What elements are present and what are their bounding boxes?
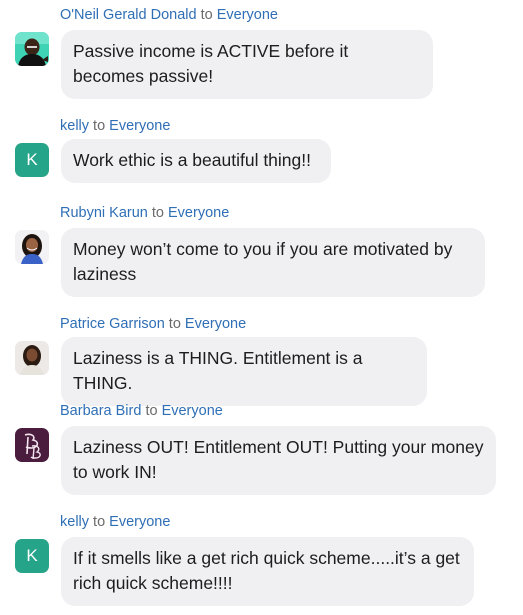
recipient-name[interactable]: Everyone	[168, 205, 229, 221]
message-bubble: Laziness is a THING. Entitlement is a TH…	[61, 337, 427, 406]
recipient-name[interactable]: Everyone	[109, 514, 170, 530]
photo-woman-icon	[15, 230, 49, 264]
message-header: O'Neil Gerald Donald to Everyone	[60, 6, 278, 24]
to-label: to	[145, 403, 158, 419]
recipient-name[interactable]: Everyone	[185, 316, 246, 332]
to-label: to	[93, 118, 106, 134]
message-bubble: Money won’t come to you if you are motiv…	[61, 228, 485, 297]
monogram-logo-icon	[15, 428, 49, 462]
sender-name[interactable]: O'Neil Gerald Donald	[60, 7, 197, 23]
sender-name[interactable]: kelly	[60, 118, 89, 134]
sender-name[interactable]: Barbara Bird	[60, 403, 141, 419]
to-label: to	[151, 205, 164, 221]
recipient-name[interactable]: Everyone	[162, 403, 223, 419]
photo-woman-icon	[15, 341, 49, 375]
avatar: K	[15, 143, 49, 177]
message-bubble: Laziness OUT! Entitlement OUT! Putting y…	[61, 426, 496, 495]
message-header: Rubyni Karun to Everyone	[60, 204, 229, 222]
message-header: kelly to Everyone	[60, 513, 170, 531]
recipient-name[interactable]: Everyone	[109, 118, 170, 134]
sender-name[interactable]: Rubyni Karun	[60, 205, 148, 221]
to-label: to	[200, 7, 213, 23]
photo-man-icon	[15, 32, 49, 66]
message-bubble: Passive income is ACTIVE before it becom…	[61, 30, 433, 99]
to-label: to	[93, 514, 106, 530]
sender-name[interactable]: Patrice Garrison	[60, 316, 165, 332]
recipient-name[interactable]: Everyone	[217, 7, 278, 23]
message-header: Barbara Bird to Everyone	[60, 402, 223, 420]
message-header: kelly to Everyone	[60, 117, 170, 135]
message-bubble: If it smells like a get rich quick schem…	[61, 537, 474, 606]
message-header: Patrice Garrison to Everyone	[60, 315, 246, 333]
avatar: K	[15, 539, 49, 573]
message-bubble: Work ethic is a beautiful thing!!	[61, 139, 331, 183]
to-label: to	[168, 316, 181, 332]
sender-name[interactable]: kelly	[60, 514, 89, 530]
